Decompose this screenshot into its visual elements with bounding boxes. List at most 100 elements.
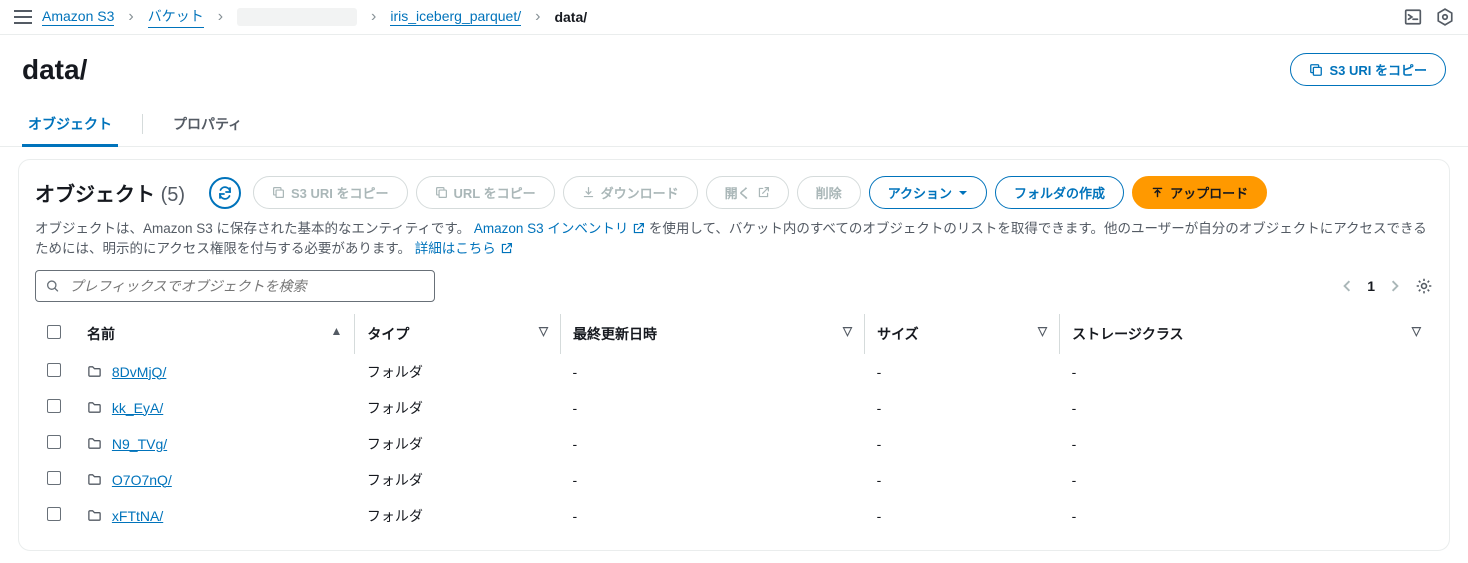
page-title: data/ xyxy=(22,54,87,86)
breadcrumb-bar: Amazon S3 › バケット › › iris_iceberg_parque… xyxy=(0,0,1468,35)
panel-title: オブジェクト (5) xyxy=(35,178,185,207)
folder-icon xyxy=(87,364,102,379)
chevron-right-icon: › xyxy=(367,8,380,26)
folder-icon xyxy=(87,472,102,487)
row-checkbox[interactable] xyxy=(47,507,61,521)
actions-dropdown[interactable]: アクション xyxy=(869,176,987,209)
sort-icon: ▽ xyxy=(843,324,852,338)
cell-storage-class: - xyxy=(1060,462,1433,498)
sort-icon: ▽ xyxy=(1412,324,1421,338)
search-input-wrapper[interactable] xyxy=(35,270,435,302)
row-checkbox[interactable] xyxy=(47,435,61,449)
table-row: O7O7nQ/ フォルダ - - - xyxy=(35,462,1433,498)
detail-tabs: オブジェクト プロパティ xyxy=(0,102,1468,147)
chevron-right-icon: › xyxy=(531,8,544,26)
copy-icon xyxy=(272,186,285,199)
row-checkbox[interactable] xyxy=(47,363,61,377)
search-icon xyxy=(46,279,59,293)
panel-description: オブジェクトは、Amazon S3 に保存された基本的なエンティティです。 Am… xyxy=(35,219,1433,260)
select-all-checkbox[interactable] xyxy=(47,325,61,339)
row-checkbox[interactable] xyxy=(47,471,61,485)
cell-type: フォルダ xyxy=(355,354,561,390)
chevron-right-icon: › xyxy=(214,8,227,26)
folder-icon xyxy=(87,436,102,451)
cell-size: - xyxy=(865,498,1060,534)
open-button[interactable]: 開く xyxy=(706,176,789,209)
upload-button[interactable]: アップロード xyxy=(1132,176,1267,209)
cell-type: フォルダ xyxy=(355,462,561,498)
table-row: kk_EyA/ フォルダ - - - xyxy=(35,390,1433,426)
cell-storage-class: - xyxy=(1060,426,1433,462)
copy-icon xyxy=(1309,63,1323,77)
copy-s3-uri-label: S3 URI をコピー xyxy=(1329,60,1427,79)
tab-objects[interactable]: オブジェクト xyxy=(22,102,118,146)
copy-icon xyxy=(435,186,448,199)
cell-storage-class: - xyxy=(1060,354,1433,390)
refresh-icon xyxy=(217,185,233,201)
column-last-modified[interactable]: 最終更新日時 ▽ xyxy=(561,314,865,354)
tab-divider xyxy=(142,114,143,134)
object-name-link[interactable]: kk_EyA/ xyxy=(112,400,163,416)
sort-icon: ▽ xyxy=(539,324,548,338)
objects-panel: オブジェクト (5) S3 URI をコピー URL をコピー ダウンロード 開… xyxy=(18,159,1450,551)
breadcrumb-prefix[interactable]: iris_iceberg_parquet/ xyxy=(390,8,521,26)
column-name[interactable]: 名前 ▲ xyxy=(75,314,355,354)
folder-icon xyxy=(87,400,102,415)
column-storage-class[interactable]: ストレージクラス ▽ xyxy=(1060,314,1433,354)
breadcrumb-buckets[interactable]: バケット xyxy=(148,6,204,28)
copy-s3-uri-button[interactable]: S3 URI をコピー xyxy=(1290,53,1446,86)
cell-type: フォルダ xyxy=(355,426,561,462)
object-name-link[interactable]: 8DvMjQ/ xyxy=(112,364,166,380)
copy-s3-uri-button-toolbar[interactable]: S3 URI をコピー xyxy=(253,176,408,209)
sort-asc-icon: ▲ xyxy=(330,324,342,338)
panel-header: オブジェクト (5) S3 URI をコピー URL をコピー ダウンロード 開… xyxy=(35,176,1433,209)
caret-down-icon xyxy=(958,188,968,198)
inventory-link[interactable]: Amazon S3 インベントリ xyxy=(474,221,649,236)
refresh-button[interactable] xyxy=(209,177,241,209)
external-link-icon xyxy=(500,242,513,255)
download-button[interactable]: ダウンロード xyxy=(563,176,698,209)
search-input[interactable] xyxy=(67,277,424,295)
gear-icon[interactable] xyxy=(1415,277,1433,295)
page-header: data/ S3 URI をコピー xyxy=(0,35,1468,92)
page-prev-icon[interactable] xyxy=(1341,280,1353,292)
external-link-icon xyxy=(632,222,645,235)
learn-more-link[interactable]: 詳細はこちら xyxy=(415,241,513,256)
settings-hex-icon[interactable] xyxy=(1436,8,1454,26)
cell-size: - xyxy=(865,390,1060,426)
object-name-link[interactable]: N9_TVg/ xyxy=(112,436,167,452)
download-icon xyxy=(582,186,595,199)
page-next-icon[interactable] xyxy=(1389,280,1401,292)
cell-size: - xyxy=(865,426,1060,462)
menu-icon[interactable] xyxy=(14,8,32,26)
row-checkbox[interactable] xyxy=(47,399,61,413)
copy-url-button[interactable]: URL をコピー xyxy=(416,176,555,209)
breadcrumb-service[interactable]: Amazon S3 xyxy=(42,8,114,26)
sort-icon: ▽ xyxy=(1038,324,1047,338)
breadcrumb-current: data/ xyxy=(554,9,587,25)
table-row: xFTtNA/ フォルダ - - - xyxy=(35,498,1433,534)
cloudshell-icon[interactable] xyxy=(1404,8,1422,26)
column-type[interactable]: タイプ ▽ xyxy=(355,314,561,354)
tab-properties[interactable]: プロパティ xyxy=(167,102,248,146)
delete-button[interactable]: 削除 xyxy=(797,176,861,209)
chevron-right-icon: › xyxy=(124,8,137,26)
folder-icon xyxy=(87,508,102,523)
object-name-link[interactable]: O7O7nQ/ xyxy=(112,472,172,488)
cell-storage-class: - xyxy=(1060,390,1433,426)
breadcrumb-bucket-name[interactable] xyxy=(237,8,357,26)
pagination: 1 xyxy=(1341,277,1433,295)
external-link-icon xyxy=(757,186,770,199)
create-folder-button[interactable]: フォルダの作成 xyxy=(995,176,1124,209)
filter-row: 1 xyxy=(35,270,1433,302)
upload-icon xyxy=(1151,186,1164,199)
cell-size: - xyxy=(865,354,1060,390)
objects-table: 名前 ▲ タイプ ▽ 最終更新日時 ▽ サイズ ▽ ストレージクラス ▽ xyxy=(35,314,1433,534)
object-name-link[interactable]: xFTtNA/ xyxy=(112,508,163,524)
cell-last-modified: - xyxy=(561,390,865,426)
column-size[interactable]: サイズ ▽ xyxy=(865,314,1060,354)
cell-type: フォルダ xyxy=(355,498,561,534)
cell-size: - xyxy=(865,462,1060,498)
cell-last-modified: - xyxy=(561,498,865,534)
cell-last-modified: - xyxy=(561,354,865,390)
